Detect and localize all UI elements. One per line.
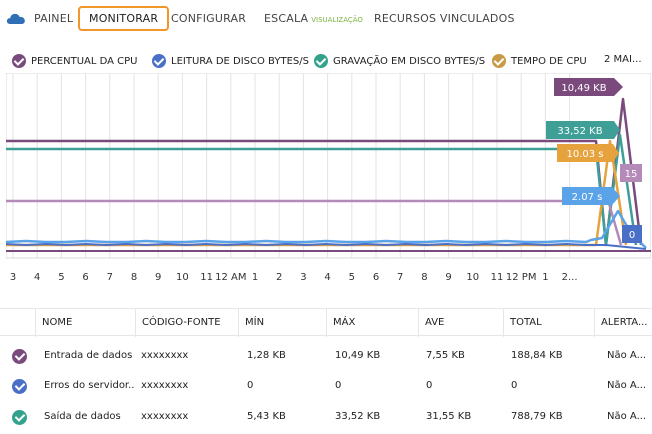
cell-alerta: Não A... <box>607 350 647 361</box>
legend-label: GRAVAÇÃO EM DISCO BYTES/S <box>333 55 486 67</box>
x-tick-label: 6 <box>82 272 88 283</box>
x-tick-label: 6 <box>373 272 379 283</box>
legend-label: PERCENTUAL DA CPU <box>31 55 138 67</box>
cell-alerta: Não A... <box>607 411 647 422</box>
tab-configurar[interactable]: CONFIGURAR <box>171 12 246 25</box>
legend-item-cpu-percent[interactable]: PERCENTUAL DA CPU <box>12 54 137 68</box>
cell-codigo-fonte: xxxxxxxx <box>141 411 189 422</box>
cell-alerta: Não A... <box>607 380 647 391</box>
cell-nome: Erros do servidor... <box>44 380 135 391</box>
legend-more-link[interactable]: 2 MAI... <box>604 54 642 65</box>
table-row[interactable]: Erros do servidor... xxxxxxxx 0 0 0 0 Nã… <box>0 371 652 400</box>
callout-label: 0 <box>629 230 635 241</box>
check-icon[interactable] <box>12 410 27 425</box>
x-tick-label: 9 <box>155 272 161 283</box>
x-tick-label: 11 <box>491 272 504 283</box>
x-tick-label: 4 <box>324 272 330 283</box>
cell-max: 0 <box>335 380 342 391</box>
x-tick-label: 10 <box>466 272 479 283</box>
cell-ave: 0 <box>426 380 433 391</box>
cell-total: 788,79 KB <box>511 411 563 422</box>
check-icon <box>314 54 328 68</box>
x-tick-label: 3 <box>300 272 306 283</box>
x-tick-label: 9 <box>445 272 451 283</box>
x-tick-label: 5 <box>349 272 355 283</box>
cell-min: 5,43 KB <box>247 411 286 422</box>
legend-item-disk-write[interactable]: GRAVAÇÃO EM DISCO BYTES/S <box>314 54 485 68</box>
check-icon <box>152 54 166 68</box>
callout-label: 15 <box>625 169 638 180</box>
tab-recursos-vinculados[interactable]: RECURSOS VINCULADOS <box>374 12 515 25</box>
x-tick-label: 7 <box>397 272 403 283</box>
check-icon[interactable] <box>12 349 27 364</box>
x-tick-label: 12 PM <box>506 272 537 283</box>
x-tick-label: 8 <box>421 272 427 283</box>
cell-min: 0 <box>247 380 254 391</box>
col-header-max[interactable]: MÁX <box>326 309 418 337</box>
table-row[interactable]: Entrada de dados xxxxxxxx 1,28 KB 10,49 … <box>0 341 652 370</box>
x-tick-label: 1 <box>542 272 548 283</box>
cell-nome: Saída de dados <box>44 411 121 422</box>
x-tick-label: 2... <box>562 272 578 283</box>
chart-frame <box>6 73 651 259</box>
check-icon[interactable] <box>12 379 27 394</box>
legend-label: LEITURA DE DISCO BYTES/S <box>171 55 309 67</box>
callout-label: 10.03 s <box>566 149 603 160</box>
cell-ave: 7,55 KB <box>426 350 465 361</box>
x-axis-ticks: 3 4 5 6 7 8 9 10 11 12 AM 1 2 3 4 5 6 7 8 9 10 11 12 PM 1 2... <box>10 272 578 283</box>
chart-legend: PERCENTUAL DA CPU LEITURA DE DISCO BYTES… <box>0 50 652 72</box>
x-tick-label: 4 <box>34 272 40 283</box>
legend-item-disk-read[interactable]: LEITURA DE DISCO BYTES/S <box>152 54 309 68</box>
x-tick-label: 10 <box>176 272 189 283</box>
tab-escala-label: ESCALA <box>264 12 309 25</box>
col-header-min[interactable]: MÍN <box>238 309 326 337</box>
x-tick-label: 7 <box>107 272 113 283</box>
x-tick-label: 3 <box>10 272 16 283</box>
cloud-icon <box>6 13 25 24</box>
cell-nome: Entrada de dados <box>44 350 133 361</box>
cell-codigo-fonte: xxxxxxxx <box>141 380 189 391</box>
top-nav: PAINEL MONITORAR CONFIGURAR ESCALA VISUAL… <box>0 0 652 38</box>
col-header-alerta[interactable]: ALERTA... <box>594 309 652 337</box>
col-header-nome[interactable]: NOME <box>35 309 135 337</box>
x-tick-label: 8 <box>131 272 137 283</box>
callout-label: 33,52 KB <box>557 126 602 137</box>
cell-ave: 31,55 KB <box>426 411 472 422</box>
tab-monitorar[interactable]: MONITORAR <box>78 6 170 31</box>
legend-item-cpu-time[interactable]: TEMPO DE CPU <box>492 54 587 68</box>
tab-escala-sub: VISUALIZAÇÃO <box>311 16 363 24</box>
x-tick-label: 11 <box>200 272 213 283</box>
check-icon <box>492 54 506 68</box>
cell-codigo-fonte: xxxxxxxx <box>141 350 189 361</box>
legend-more-label: 2 MAI... <box>604 54 642 65</box>
check-icon <box>12 54 26 68</box>
callout-label: 10,49 KB <box>561 83 606 94</box>
cell-min: 1,28 KB <box>247 350 286 361</box>
cell-max: 10,49 KB <box>335 350 381 361</box>
table-header: NOME CÓDIGO-FONTE MÍN MÁX AVE TOTAL ALER… <box>0 308 652 337</box>
table-row[interactable]: Saída de dados xxxxxxxx 5,43 KB 33,52 KB… <box>0 402 652 431</box>
col-header-ave[interactable]: AVE <box>418 309 503 337</box>
x-tick-label: 5 <box>58 272 64 283</box>
x-tick-label: 12 AM <box>215 272 246 283</box>
callout-label: 2.07 s <box>572 192 603 203</box>
cell-total: 188,84 KB <box>511 350 563 361</box>
tab-escala[interactable]: ESCALA VISUALIZAÇÃO <box>264 12 363 25</box>
tab-painel[interactable]: PAINEL <box>34 12 73 25</box>
cell-total: 0 <box>511 380 518 391</box>
x-tick-label: 1 <box>252 272 258 283</box>
col-header-total[interactable]: TOTAL <box>503 309 594 337</box>
x-tick-label: 2 <box>276 272 282 283</box>
legend-label: TEMPO DE CPU <box>511 55 587 67</box>
metrics-chart: 10,49 KB33,52 KB10.03 s152.07 s0 3456789… <box>6 73 651 283</box>
col-header-codigo-fonte[interactable]: CÓDIGO-FONTE <box>135 309 238 337</box>
cell-max: 33,52 KB <box>335 411 381 422</box>
